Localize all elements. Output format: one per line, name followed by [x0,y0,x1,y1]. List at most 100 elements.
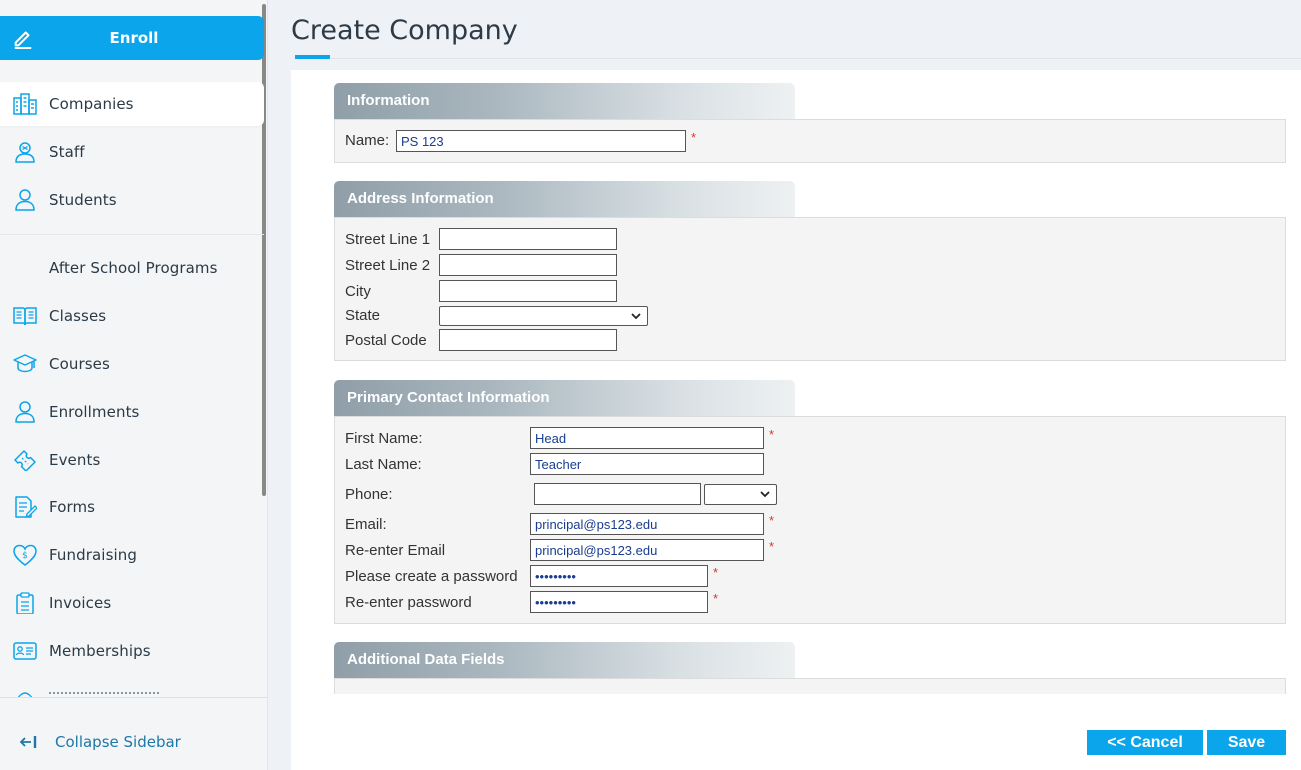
email-label: Email: [345,516,387,533]
section-header: Address Information [334,181,795,217]
city-label: City [345,283,371,300]
last-name-label: Last Name: [345,456,422,473]
enroll-label: Enroll [109,29,159,47]
pencil-edit-icon [14,31,32,49]
section-title: Information [347,92,430,109]
collapse-arrow-icon [20,736,37,748]
section-title: Additional Data Fields [347,651,505,668]
sidebar-item-enrollments[interactable]: Enrollments [0,390,264,434]
street-line-2-input[interactable] [439,254,617,276]
person-icon [15,401,35,423]
sidebar-item-label: Memberships [49,642,151,660]
required-marker: * [713,565,719,580]
required-marker: * [769,427,775,442]
company-name-input[interactable] [396,130,686,152]
page-title: Create Company [291,15,518,46]
collapse-sidebar-button[interactable]: Collapse Sidebar [0,722,264,762]
sidebar-item-label: Forms [49,498,96,516]
state-select[interactable] [439,306,648,326]
cancel-button[interactable]: << Cancel [1087,730,1203,755]
section-title: Primary Contact Information [347,389,550,406]
sidebar-item-staff[interactable]: Staff [0,130,264,174]
sidebar-item-label: Invoices [49,594,112,612]
section-header: Primary Contact Information [334,380,795,416]
first-name-input[interactable] [530,427,764,449]
sidebar-item-events[interactable]: Events [0,438,264,482]
sidebar-divider [0,234,264,235]
header-divider [331,58,1301,59]
ticket-icon [14,450,36,471]
heart-dollar-icon: $ [13,544,37,566]
postal-code-label: Postal Code [345,332,427,349]
staff-icon [15,142,35,163]
sidebar-item-courses[interactable]: Courses [0,342,264,386]
book-icon [13,307,37,326]
sidebar: Enroll Companies Staff Students After Sc… [0,0,268,770]
sidebar-item-companies[interactable]: Companies [0,82,264,126]
section-header: Information [334,83,795,119]
chevron-down-icon [631,313,641,320]
sidebar-item-label: Courses [49,355,110,373]
first-name-label: First Name: [345,430,423,447]
required-marker: * [713,591,719,606]
sidebar-footer-divider [0,697,268,698]
sidebar-item-classes[interactable]: Classes [0,294,264,338]
sidebar-item-after-school-programs[interactable]: After School Programs [0,246,264,290]
phone-type-select[interactable] [704,484,777,505]
phone-label: Phone: [345,486,393,503]
section-title: Address Information [347,190,494,207]
section-body: Street Line 1 Street Line 2 City State P… [334,217,1286,361]
collapse-sidebar-label: Collapse Sidebar [55,733,181,751]
reenter-password-label: Re-enter password [345,594,472,611]
name-label: Name: [345,132,390,149]
sidebar-item-invoices[interactable]: Invoices [0,581,264,625]
city-input[interactable] [439,280,617,302]
postal-code-input[interactable] [439,329,617,351]
password-input[interactable] [530,565,708,587]
street-line-2-label: Street Line 2 [345,257,431,274]
password-label: Please create a password [345,568,518,585]
enroll-button[interactable]: Enroll [0,16,264,60]
street-line-1-label: Street Line 1 [345,231,431,248]
sidebar-item-label: Events [49,451,101,469]
person-icon [15,189,35,211]
state-label: State [345,307,381,324]
sidebar-item-label: Companies [49,95,134,113]
sidebar-item-label: Staff [49,143,85,161]
information-section: Information Name: * [334,83,1286,163]
section-body: Name: * [334,119,1286,163]
clipboard-icon [16,592,34,614]
section-body: First Name: * Last Name: Phone: Email: *… [334,416,1286,624]
graduation-cap-icon [13,354,37,373]
last-name-input[interactable] [530,453,764,475]
sidebar-item-label: Enrollments [49,403,140,421]
reenter-email-input[interactable] [530,539,764,561]
sidebar-item-label: Classes [49,307,107,325]
id-card-icon [13,642,37,660]
sidebar-item-label: Fundraising [49,546,137,564]
address-section: Address Information Street Line 1 Street… [334,181,1286,361]
sidebar-item-label: Students [49,191,117,209]
required-marker: * [769,539,775,554]
sidebar-item-students[interactable]: Students [0,178,264,222]
phone-input[interactable] [534,483,701,505]
email-input[interactable] [530,513,764,535]
additional-data-section: Additional Data Fields [334,642,1286,694]
section-body [334,678,1286,694]
street-line-1-input[interactable] [439,228,617,250]
chevron-down-icon [760,491,770,498]
save-button[interactable]: Save [1207,730,1286,755]
primary-contact-section: Primary Contact Information First Name: … [334,380,1286,624]
building-icon [13,93,37,115]
page-header: Create Company [291,0,1301,60]
sidebar-item-fundraising[interactable]: $ Fundraising [0,533,264,577]
required-marker: * [769,513,775,528]
sidebar-item-memberships[interactable]: Memberships [0,629,264,673]
required-marker: * [691,130,697,145]
sidebar-item-forms[interactable]: Forms [0,485,264,529]
form-icon [15,496,37,518]
section-header: Additional Data Fields [334,642,795,678]
reenter-password-input[interactable] [530,591,708,613]
title-underline [295,55,330,59]
svg-text:$: $ [22,551,28,561]
